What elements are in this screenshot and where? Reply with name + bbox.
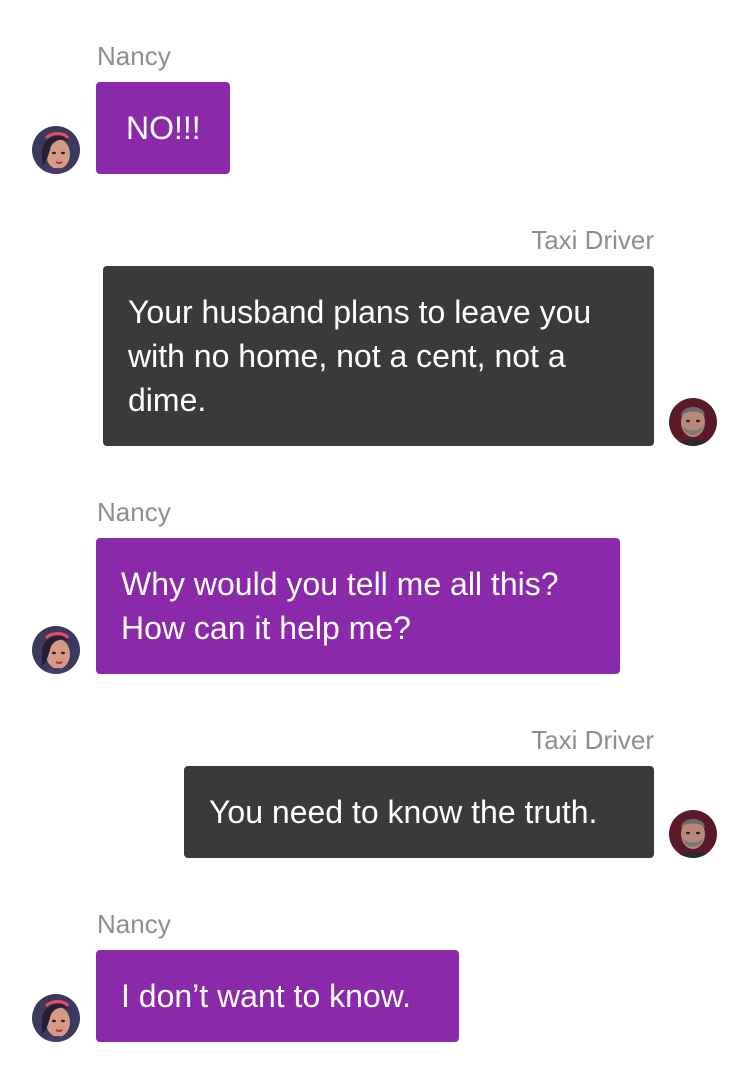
message-text: You need to know the truth. — [209, 794, 598, 830]
sender-name: Taxi Driver — [531, 725, 654, 755]
message-bubble[interactable]: You need to know the truth. — [184, 766, 654, 858]
sender-name: Nancy — [97, 41, 171, 71]
message-text: Your husband plans to leave you with no … — [128, 294, 592, 418]
nancy-avatar-icon[interactable] — [32, 626, 80, 674]
chat-thread: Nancy NO!!! Taxi Driver Your husband pla… — [0, 0, 749, 1086]
sender-name: Nancy — [97, 497, 171, 527]
message-bubble[interactable]: Your husband plans to leave you with no … — [103, 266, 654, 446]
message-text: Why would you tell me all this? How can … — [121, 566, 559, 646]
nancy-avatar-icon[interactable] — [32, 126, 80, 174]
message-text: NO!!! — [126, 110, 201, 146]
sender-name: Taxi Driver — [531, 225, 654, 255]
sender-name: Nancy — [97, 909, 171, 939]
message-bubble[interactable]: NO!!! — [96, 82, 230, 174]
message-bubble[interactable]: Why would you tell me all this? How can … — [96, 538, 620, 674]
taxi-driver-avatar-icon[interactable] — [669, 398, 717, 446]
message-bubble[interactable]: I don’t want to know. — [96, 950, 459, 1042]
nancy-avatar-icon[interactable] — [32, 994, 80, 1042]
message-text: I don’t want to know. — [121, 978, 411, 1014]
taxi-driver-avatar-icon[interactable] — [669, 810, 717, 858]
